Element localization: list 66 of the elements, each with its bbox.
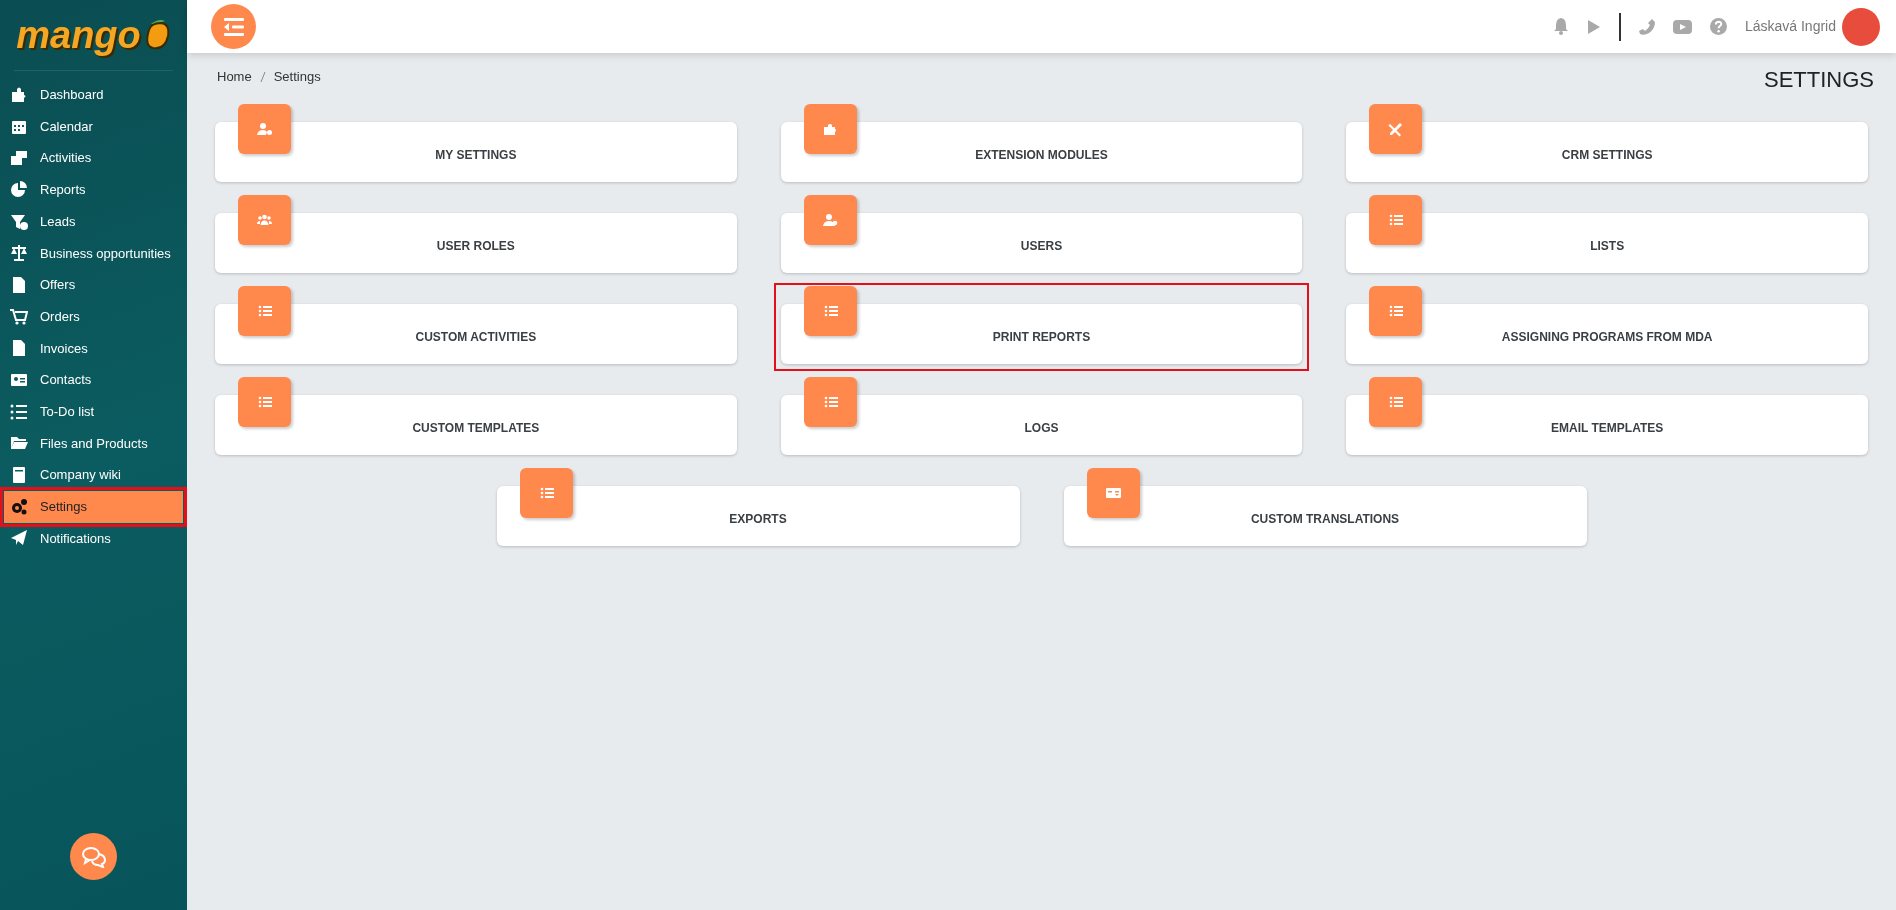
list-icon bbox=[822, 303, 838, 319]
settings-card[interactable]: MY SETTINGS bbox=[215, 122, 737, 182]
menu-collapse-icon bbox=[223, 17, 244, 36]
sidebar-item[interactable]: Calendar bbox=[4, 110, 183, 143]
sidebar-item[interactable]: Business opportunities bbox=[4, 237, 183, 270]
sidebar-item[interactable]: Files and Products bbox=[4, 427, 183, 460]
sidebar-item[interactable]: Contacts bbox=[4, 364, 183, 396]
checklist-icon bbox=[10, 402, 28, 421]
settings-card[interactable]: EXPORTS bbox=[496, 486, 1020, 546]
puzzle-icon bbox=[10, 85, 28, 104]
breadcrumb-link[interactable]: Home bbox=[217, 67, 252, 87]
user-name: Láskavá Ingrid bbox=[1744, 17, 1836, 36]
settings-card[interactable]: CUSTOM ACTIVITIES bbox=[215, 304, 737, 364]
sidebar-item[interactable]: Notifications bbox=[4, 522, 183, 555]
list-icon bbox=[1388, 303, 1404, 319]
document-icon bbox=[10, 275, 28, 294]
breadcrumb-separator-icon bbox=[259, 70, 266, 83]
settings-card[interactable]: EXTENSION MODULES bbox=[780, 122, 1303, 182]
settings-card[interactable]: ASSIGNING PROGRAMS FROM MDA bbox=[1346, 304, 1868, 364]
settings-card[interactable]: USERS bbox=[780, 213, 1303, 273]
sidebar-item[interactable]: Leads bbox=[4, 205, 183, 238]
bell-icon[interactable] bbox=[1552, 18, 1569, 35]
play-icon[interactable] bbox=[1586, 18, 1601, 35]
cart-icon bbox=[10, 307, 28, 326]
help-icon[interactable] bbox=[1709, 18, 1727, 35]
settings-card[interactable]: EMAIL TEMPLATES bbox=[1346, 395, 1868, 455]
sidebar-item[interactable]: Orders bbox=[4, 300, 183, 333]
video-play-icon[interactable] bbox=[1672, 19, 1692, 34]
filter-coin-icon bbox=[10, 212, 28, 231]
person-gear-icon bbox=[257, 121, 272, 137]
chat-button[interactable] bbox=[70, 833, 117, 880]
user-avatar[interactable] bbox=[1842, 7, 1880, 46]
translate-icon bbox=[1105, 485, 1121, 501]
settings-card[interactable]: PRINT REPORTS bbox=[780, 304, 1303, 364]
settings-card[interactable]: CRM SETTINGS bbox=[1346, 122, 1868, 182]
list-icon bbox=[257, 303, 272, 319]
pie-chart-icon bbox=[10, 180, 28, 199]
page-title: SETTINGS bbox=[1764, 66, 1874, 94]
list-icon bbox=[1388, 212, 1404, 228]
puzzle-icon bbox=[822, 121, 838, 137]
sidebar-item[interactable]: Activities bbox=[4, 142, 183, 175]
chat-bubbles-icon bbox=[80, 845, 107, 868]
menu-toggle-button[interactable] bbox=[211, 4, 256, 49]
sidebar-item[interactable]: Company wiki bbox=[4, 459, 183, 491]
phone-icon[interactable] bbox=[1638, 18, 1655, 35]
settings-card[interactable]: CUSTOM TEMPLATES bbox=[215, 395, 737, 455]
settings-card[interactable]: LISTS bbox=[1346, 213, 1868, 273]
list-icon bbox=[1388, 394, 1404, 410]
sidebar-item[interactable]: Dashboard bbox=[4, 79, 183, 111]
breadcrumb-current: Settings bbox=[273, 68, 321, 86]
settings-card[interactable]: LOGS bbox=[780, 395, 1303, 455]
sidebar-item[interactable]: Offers bbox=[4, 269, 183, 301]
settings-card[interactable]: CUSTOM TRANSLATIONS bbox=[1063, 486, 1587, 546]
sidebar-item[interactable]: To-Do list bbox=[4, 395, 183, 428]
book-icon bbox=[10, 466, 28, 485]
logo-text: mango bbox=[16, 16, 141, 54]
list-icon bbox=[538, 485, 554, 501]
sidebar-item[interactable]: Invoices bbox=[4, 332, 183, 365]
scales-icon bbox=[10, 244, 28, 263]
list-icon bbox=[822, 394, 838, 410]
person-icon bbox=[822, 212, 838, 228]
sidebar-item[interactable]: Reports bbox=[4, 174, 183, 206]
list-icon bbox=[257, 394, 272, 410]
settings-card[interactable]: USER ROLES bbox=[215, 213, 737, 273]
people-icon bbox=[257, 212, 272, 228]
paper-plane-icon bbox=[10, 529, 28, 548]
